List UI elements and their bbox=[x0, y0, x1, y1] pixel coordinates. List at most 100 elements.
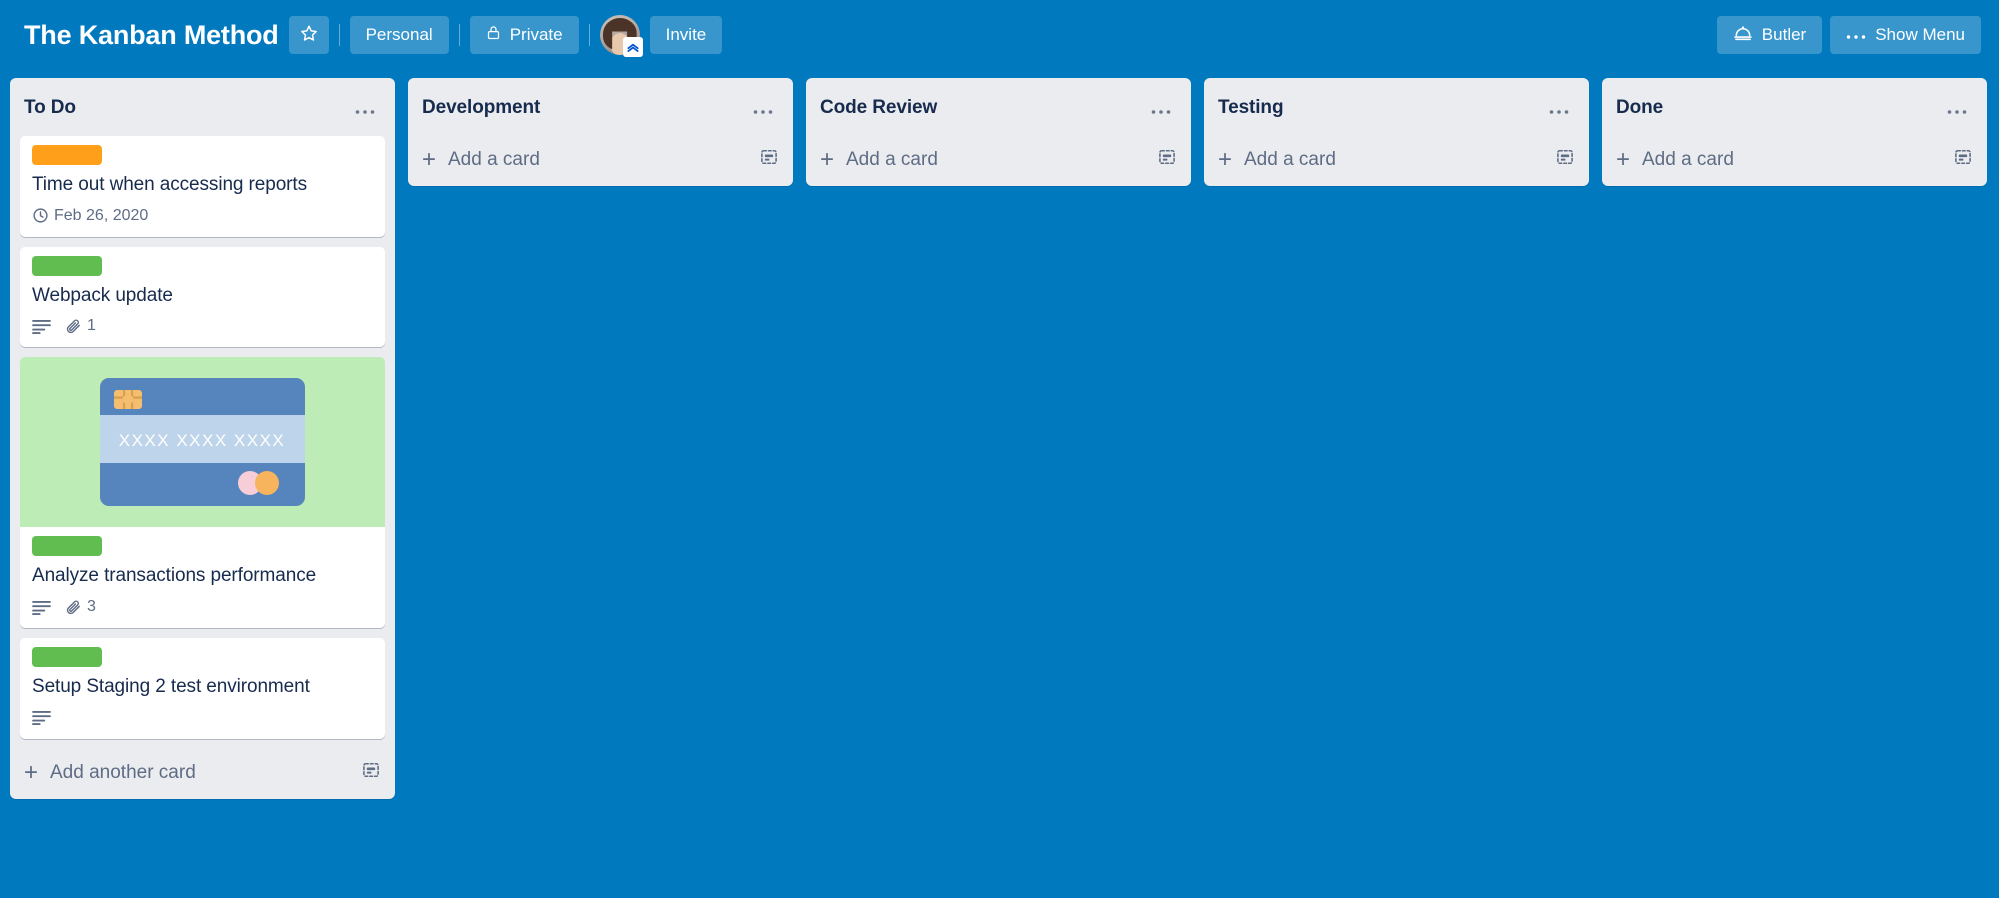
card-badge-attachment-text: 3 bbox=[87, 598, 96, 616]
private-visibility-button[interactable]: Private bbox=[469, 16, 579, 54]
header-divider-3 bbox=[588, 24, 590, 46]
card-template-button[interactable] bbox=[361, 760, 381, 786]
card-label-green-label[interactable] bbox=[32, 647, 102, 668]
card-template-button[interactable] bbox=[759, 147, 779, 173]
star-icon bbox=[300, 24, 318, 47]
invite-button[interactable]: Invite bbox=[649, 16, 723, 54]
workspace-visibility-button[interactable]: Personal bbox=[349, 16, 449, 54]
card-badge-attachment: 1 bbox=[65, 317, 96, 335]
card-cover: XXXX XXXX XXXX bbox=[20, 357, 385, 528]
board-canvas: To Do Time out when accessing reports Feb … bbox=[0, 70, 1999, 898]
add-card-row[interactable]: + Add another card bbox=[10, 749, 395, 799]
card-template-icon bbox=[1157, 147, 1177, 173]
card-body: Webpack update 1 bbox=[20, 247, 385, 348]
paperclip-icon bbox=[65, 599, 82, 616]
list-development: Development + Add a card bbox=[408, 78, 793, 186]
list-header: Development bbox=[408, 78, 793, 136]
card-badge-description bbox=[32, 319, 51, 334]
show-menu-button[interactable]: Show Menu bbox=[1830, 16, 1981, 54]
credit-card-illustration: XXXX XXXX XXXX bbox=[100, 378, 305, 507]
list-cards: Time out when accessing reports Feb 26, 2… bbox=[10, 136, 395, 749]
card-badge-due-date-text: Feb 26, 2020 bbox=[54, 206, 149, 224]
workspace-label: Personal bbox=[365, 25, 433, 44]
list-menu-button[interactable] bbox=[747, 92, 779, 124]
list-title[interactable]: Testing bbox=[1218, 97, 1543, 119]
card-badges bbox=[32, 707, 373, 731]
list-menu-button[interactable] bbox=[1543, 92, 1575, 124]
list-title[interactable]: Done bbox=[1616, 97, 1941, 119]
description-icon bbox=[32, 319, 51, 334]
card-label-green-label[interactable] bbox=[32, 536, 102, 557]
card-template-button[interactable] bbox=[1555, 147, 1575, 173]
description-icon bbox=[32, 600, 51, 615]
add-card-row[interactable]: + Add a card bbox=[806, 136, 1191, 186]
avatar[interactable] bbox=[599, 15, 643, 57]
list-menu-button[interactable] bbox=[1941, 92, 1973, 124]
card-template-icon bbox=[759, 147, 779, 173]
list-title[interactable]: Development bbox=[422, 97, 747, 119]
card-label-green-label[interactable] bbox=[32, 255, 102, 276]
add-card-label: Add a card bbox=[1244, 149, 1336, 170]
list-title[interactable]: Code Review bbox=[820, 97, 1145, 119]
card-badges: 1 bbox=[32, 315, 373, 339]
page-title: The Kanban Method bbox=[24, 19, 279, 50]
card-body: Time out when accessing reports Feb 26, 2… bbox=[20, 136, 385, 237]
add-card-label: Add another card bbox=[50, 761, 196, 783]
list-menu-button[interactable] bbox=[349, 92, 381, 124]
list-header: Testing bbox=[1204, 78, 1589, 136]
card-badge-description bbox=[32, 600, 51, 615]
card-template-button[interactable] bbox=[1157, 147, 1177, 173]
show-menu-label: Show Menu bbox=[1875, 25, 1965, 44]
list-done: Done + Add a card bbox=[1602, 78, 1987, 186]
list-menu-button[interactable] bbox=[1145, 92, 1177, 124]
header-divider-1 bbox=[338, 24, 340, 46]
card-body: Analyze transactions performance 3 bbox=[20, 527, 385, 628]
board-header: The Kanban Method Personal Private Invit… bbox=[0, 0, 1999, 70]
svg-text:XXXX XXXX XXXX: XXXX XXXX XXXX bbox=[119, 431, 286, 450]
card-template-icon bbox=[1555, 147, 1575, 173]
add-card-label: Add a card bbox=[1642, 149, 1734, 170]
add-card-label: Add a card bbox=[846, 149, 938, 170]
star-button[interactable] bbox=[288, 16, 329, 54]
list-to-do: To Do Time out when accessing reports Feb … bbox=[10, 78, 395, 799]
card-template-button[interactable] bbox=[1953, 147, 1973, 173]
header-divider-2 bbox=[458, 24, 460, 46]
add-card-row[interactable]: + Add a card bbox=[1204, 136, 1589, 186]
ellipsis-icon bbox=[1947, 97, 1967, 119]
card-body: Setup Staging 2 test environment bbox=[20, 638, 385, 739]
add-card-row[interactable]: + Add a card bbox=[1602, 136, 1987, 186]
plus-icon: + bbox=[23, 758, 38, 786]
ellipsis-icon bbox=[1151, 97, 1171, 119]
card-label-orange-label[interactable] bbox=[32, 145, 102, 165]
card-badge-description bbox=[32, 710, 51, 726]
ellipsis-icon bbox=[1846, 25, 1866, 45]
list-title[interactable]: To Do bbox=[24, 97, 349, 119]
plus-icon: + bbox=[421, 146, 436, 173]
private-label: Private bbox=[509, 25, 563, 44]
card-title: Webpack update bbox=[32, 284, 173, 306]
card-badges: Feb 26, 2020 bbox=[32, 205, 373, 229]
invite-label: Invite bbox=[665, 25, 707, 44]
clock-icon bbox=[32, 207, 49, 224]
list-header: Code Review bbox=[806, 78, 1191, 136]
card[interactable]: Setup Staging 2 test environment bbox=[20, 638, 385, 739]
add-card-row[interactable]: + Add a card bbox=[408, 136, 793, 186]
card[interactable]: Time out when accessing reports Feb 26, 2… bbox=[20, 136, 385, 237]
card-badges: 3 bbox=[32, 596, 373, 620]
avatar-badge-icon bbox=[622, 37, 643, 57]
plus-icon: + bbox=[1217, 146, 1232, 173]
card-template-icon bbox=[1953, 147, 1973, 173]
butler-button[interactable]: Butler bbox=[1716, 16, 1823, 54]
card[interactable]: Webpack update 1 bbox=[20, 246, 385, 348]
butler-dome-icon bbox=[1733, 24, 1753, 46]
paperclip-icon bbox=[65, 318, 82, 335]
header-right-group: Butler Show Menu bbox=[1716, 16, 1981, 54]
card-badge-attachment-text: 1 bbox=[87, 317, 96, 335]
butler-label: Butler bbox=[1761, 25, 1807, 44]
card[interactable]: XXXX XXXX XXXX Analyze transactions perfo… bbox=[20, 357, 385, 629]
list-testing: Testing + Add a card bbox=[1204, 78, 1589, 186]
add-card-label: Add a card bbox=[448, 149, 540, 170]
card-template-icon bbox=[361, 760, 381, 786]
list-header: Done bbox=[1602, 78, 1987, 136]
ellipsis-icon bbox=[355, 97, 375, 119]
